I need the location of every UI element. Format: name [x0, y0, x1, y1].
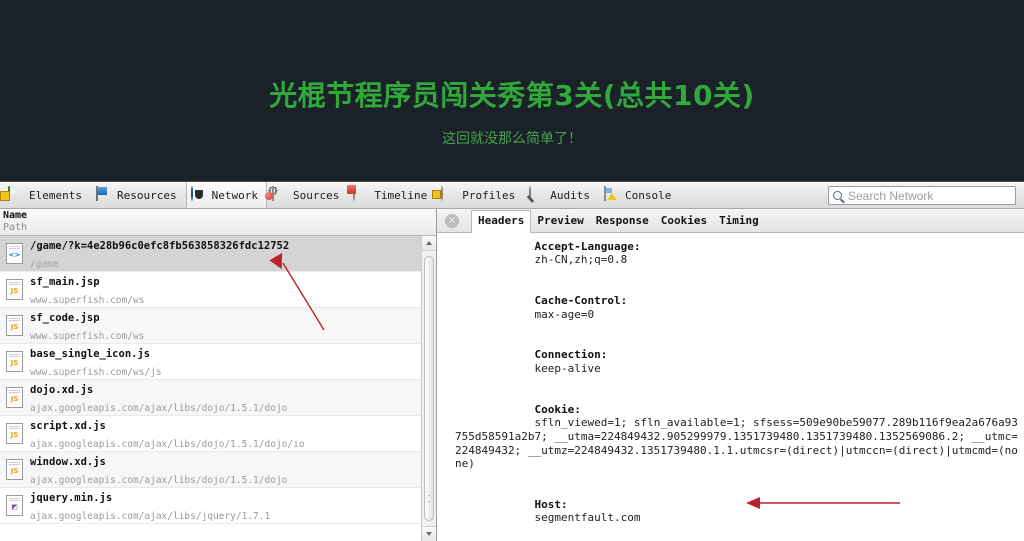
profiles-icon — [441, 185, 458, 204]
header-key: Cookie: — [534, 402, 581, 416]
search-network-box[interactable] — [828, 186, 1016, 205]
devtools-body: Name Path <> /game/?k=4e28b96c0efc8fb563… — [0, 209, 1024, 541]
tab-console-label: Console — [625, 188, 672, 202]
request-path: /game — [30, 258, 59, 270]
screenshot-root: 光棍节程序员闯关秀第3关(总共10关) 这回就没那么简单了！ <> Elemen… — [0, 0, 1024, 541]
network-request-list: Name Path <> /game/?k=4e28b96c0efc8fb563… — [0, 209, 437, 541]
request-name: /game/?k=4e28b96c0efc8fb563858326fdc1275… — [30, 239, 290, 252]
js-file-icon: JS — [6, 315, 23, 336]
header-row: Host: segmentfault.com — [445, 484, 1024, 538]
audits-icon — [529, 185, 546, 204]
header-value: zh-CN,zh;q=0.8 — [534, 253, 628, 267]
search-icon — [833, 191, 842, 200]
request-name: base_single_icon.js — [30, 347, 151, 360]
request-name: window.xd.js — [30, 455, 106, 468]
header-value: max-age=0 — [534, 307, 595, 321]
tab-audits-label: Audits — [550, 188, 591, 202]
details-tabbar: × Headers Preview Response Cookies Timin… — [437, 209, 1024, 233]
request-path: ajax.googleapis.com/ajax/libs/jquery/1.7… — [30, 510, 271, 522]
request-name: sf_code.jsp — [30, 311, 100, 324]
header-value: keep-alive — [534, 361, 601, 375]
tab-sources-label: Sources — [292, 188, 340, 202]
tab-cookies[interactable]: Cookies — [655, 211, 713, 232]
elements-icon: <> — [1, 185, 25, 204]
image-file-icon: ◩ — [6, 495, 23, 516]
request-path: ajax.googleapis.com/ajax/libs/dojo/1.5.1… — [30, 474, 288, 486]
page-title: 光棍节程序员闯关秀第3关(总共10关) — [269, 79, 755, 112]
devtools-window: <> Elements Resources Network {} Sources… — [0, 181, 1024, 541]
tab-preview[interactable]: Preview — [531, 211, 589, 232]
header-row: Cookie: sfln_viewed=1; sfln_available=1;… — [445, 389, 1024, 484]
tab-elements[interactable]: <> Elements — [1, 182, 91, 208]
request-path: www.superfish.com/ws/js — [30, 366, 162, 378]
request-path: ajax.googleapis.com/ajax/libs/dojo/1.5.1… — [30, 402, 288, 414]
table-row[interactable]: JS window.xd.js ajax.googleapis.com/ajax… — [0, 452, 436, 488]
js-file-icon: JS — [6, 279, 23, 300]
page-banner: 光棍节程序员闯关秀第3关(总共10关) 这回就没那么简单了！ — [0, 0, 1024, 181]
request-name: sf_main.jsp — [30, 275, 100, 288]
header-row: Cache-Control: max-age=0 — [445, 280, 1024, 334]
list-column-headers[interactable]: Name Path — [0, 209, 436, 236]
search-input[interactable] — [846, 187, 1006, 204]
scroll-up-arrow-icon[interactable] — [422, 236, 436, 251]
devtools-toolbar: <> Elements Resources Network {} Sources… — [0, 182, 1024, 209]
headers-content: Accept-Language: zh-CN,zh;q=0.8 Cache-Co… — [437, 233, 1024, 541]
network-icon — [190, 185, 208, 204]
header-key: Cache-Control: — [534, 293, 628, 307]
table-row[interactable]: JS sf_code.jsp www.superfish.com/ws — [0, 308, 436, 344]
request-name: script.xd.js — [30, 419, 106, 432]
column-header-path: Path — [3, 222, 28, 233]
scrollbar-thumb[interactable] — [424, 256, 434, 521]
tab-response[interactable]: Response — [590, 211, 655, 232]
list-rows: <> /game/?k=4e28b96c0efc8fb563858326fdc1… — [0, 236, 436, 524]
js-file-icon: JS — [6, 351, 23, 372]
tab-resources[interactable]: Resources — [91, 182, 186, 208]
list-scrollbar[interactable] — [421, 236, 436, 541]
request-path: www.superfish.com/ws — [30, 330, 145, 342]
table-row[interactable]: JS script.xd.js ajax.googleapis.com/ajax… — [0, 416, 436, 452]
table-row[interactable]: <> /game/?k=4e28b96c0efc8fb563858326fdc1… — [0, 236, 436, 272]
table-row[interactable]: JS base_single_icon.js www.superfish.com… — [0, 344, 436, 380]
request-name: jquery.min.js — [30, 491, 113, 504]
header-key: Accept-Language: — [534, 239, 641, 253]
table-row[interactable]: JS dojo.xd.js ajax.googleapis.com/ajax/l… — [0, 380, 436, 416]
tab-resources-label: Resources — [116, 188, 177, 202]
js-file-icon: JS — [6, 423, 23, 444]
tab-console[interactable]: Console — [599, 182, 680, 208]
column-header-name: Name — [3, 210, 28, 221]
tab-timeline[interactable]: Timeline — [348, 182, 436, 208]
header-value: sfln_viewed=1; sfln_available=1; sfsess=… — [455, 416, 1018, 471]
tab-headers[interactable]: Headers — [471, 210, 532, 233]
timeline-icon — [353, 185, 370, 204]
resources-icon — [95, 185, 113, 204]
js-file-icon: JS — [6, 459, 23, 480]
scroll-down-arrow-icon[interactable] — [422, 526, 436, 541]
tab-timing[interactable]: Timing — [713, 211, 765, 232]
header-row: Accept-Language: zh-CN,zh;q=0.8 — [445, 233, 1024, 280]
tab-network[interactable]: Network — [185, 182, 267, 208]
js-file-icon: JS — [6, 387, 23, 408]
table-row[interactable]: JS sf_main.jsp www.superfish.com/ws — [0, 272, 436, 308]
tab-sources[interactable]: {} Sources — [267, 182, 348, 208]
header-row: Connection: keep-alive — [445, 335, 1024, 389]
table-row[interactable]: ◩ jquery.min.js ajax.googleapis.com/ajax… — [0, 488, 436, 524]
header-key: Connection: — [534, 348, 608, 362]
sources-icon: {} — [267, 185, 289, 204]
tab-profiles[interactable]: Profiles — [436, 182, 524, 208]
header-value: segmentfault.com — [534, 511, 641, 525]
header-key: Host: — [534, 497, 568, 511]
document-file-icon: <> — [6, 243, 23, 264]
tab-profiles-label: Profiles — [462, 188, 516, 202]
tab-network-label: Network — [211, 188, 258, 202]
request-path: ajax.googleapis.com/ajax/libs/dojo/1.5.1… — [30, 438, 305, 450]
tab-audits[interactable]: Audits — [524, 182, 599, 208]
close-icon[interactable]: × — [445, 214, 459, 228]
tab-timeline-label: Timeline — [374, 188, 428, 202]
request-path: www.superfish.com/ws — [30, 294, 145, 306]
page-subtitle: 这回就没那么简单了！ — [442, 131, 582, 147]
request-name: dojo.xd.js — [30, 383, 94, 396]
console-icon — [604, 185, 621, 204]
request-details-pane: × Headers Preview Response Cookies Timin… — [437, 209, 1024, 541]
tab-elements-label: Elements — [29, 188, 82, 202]
